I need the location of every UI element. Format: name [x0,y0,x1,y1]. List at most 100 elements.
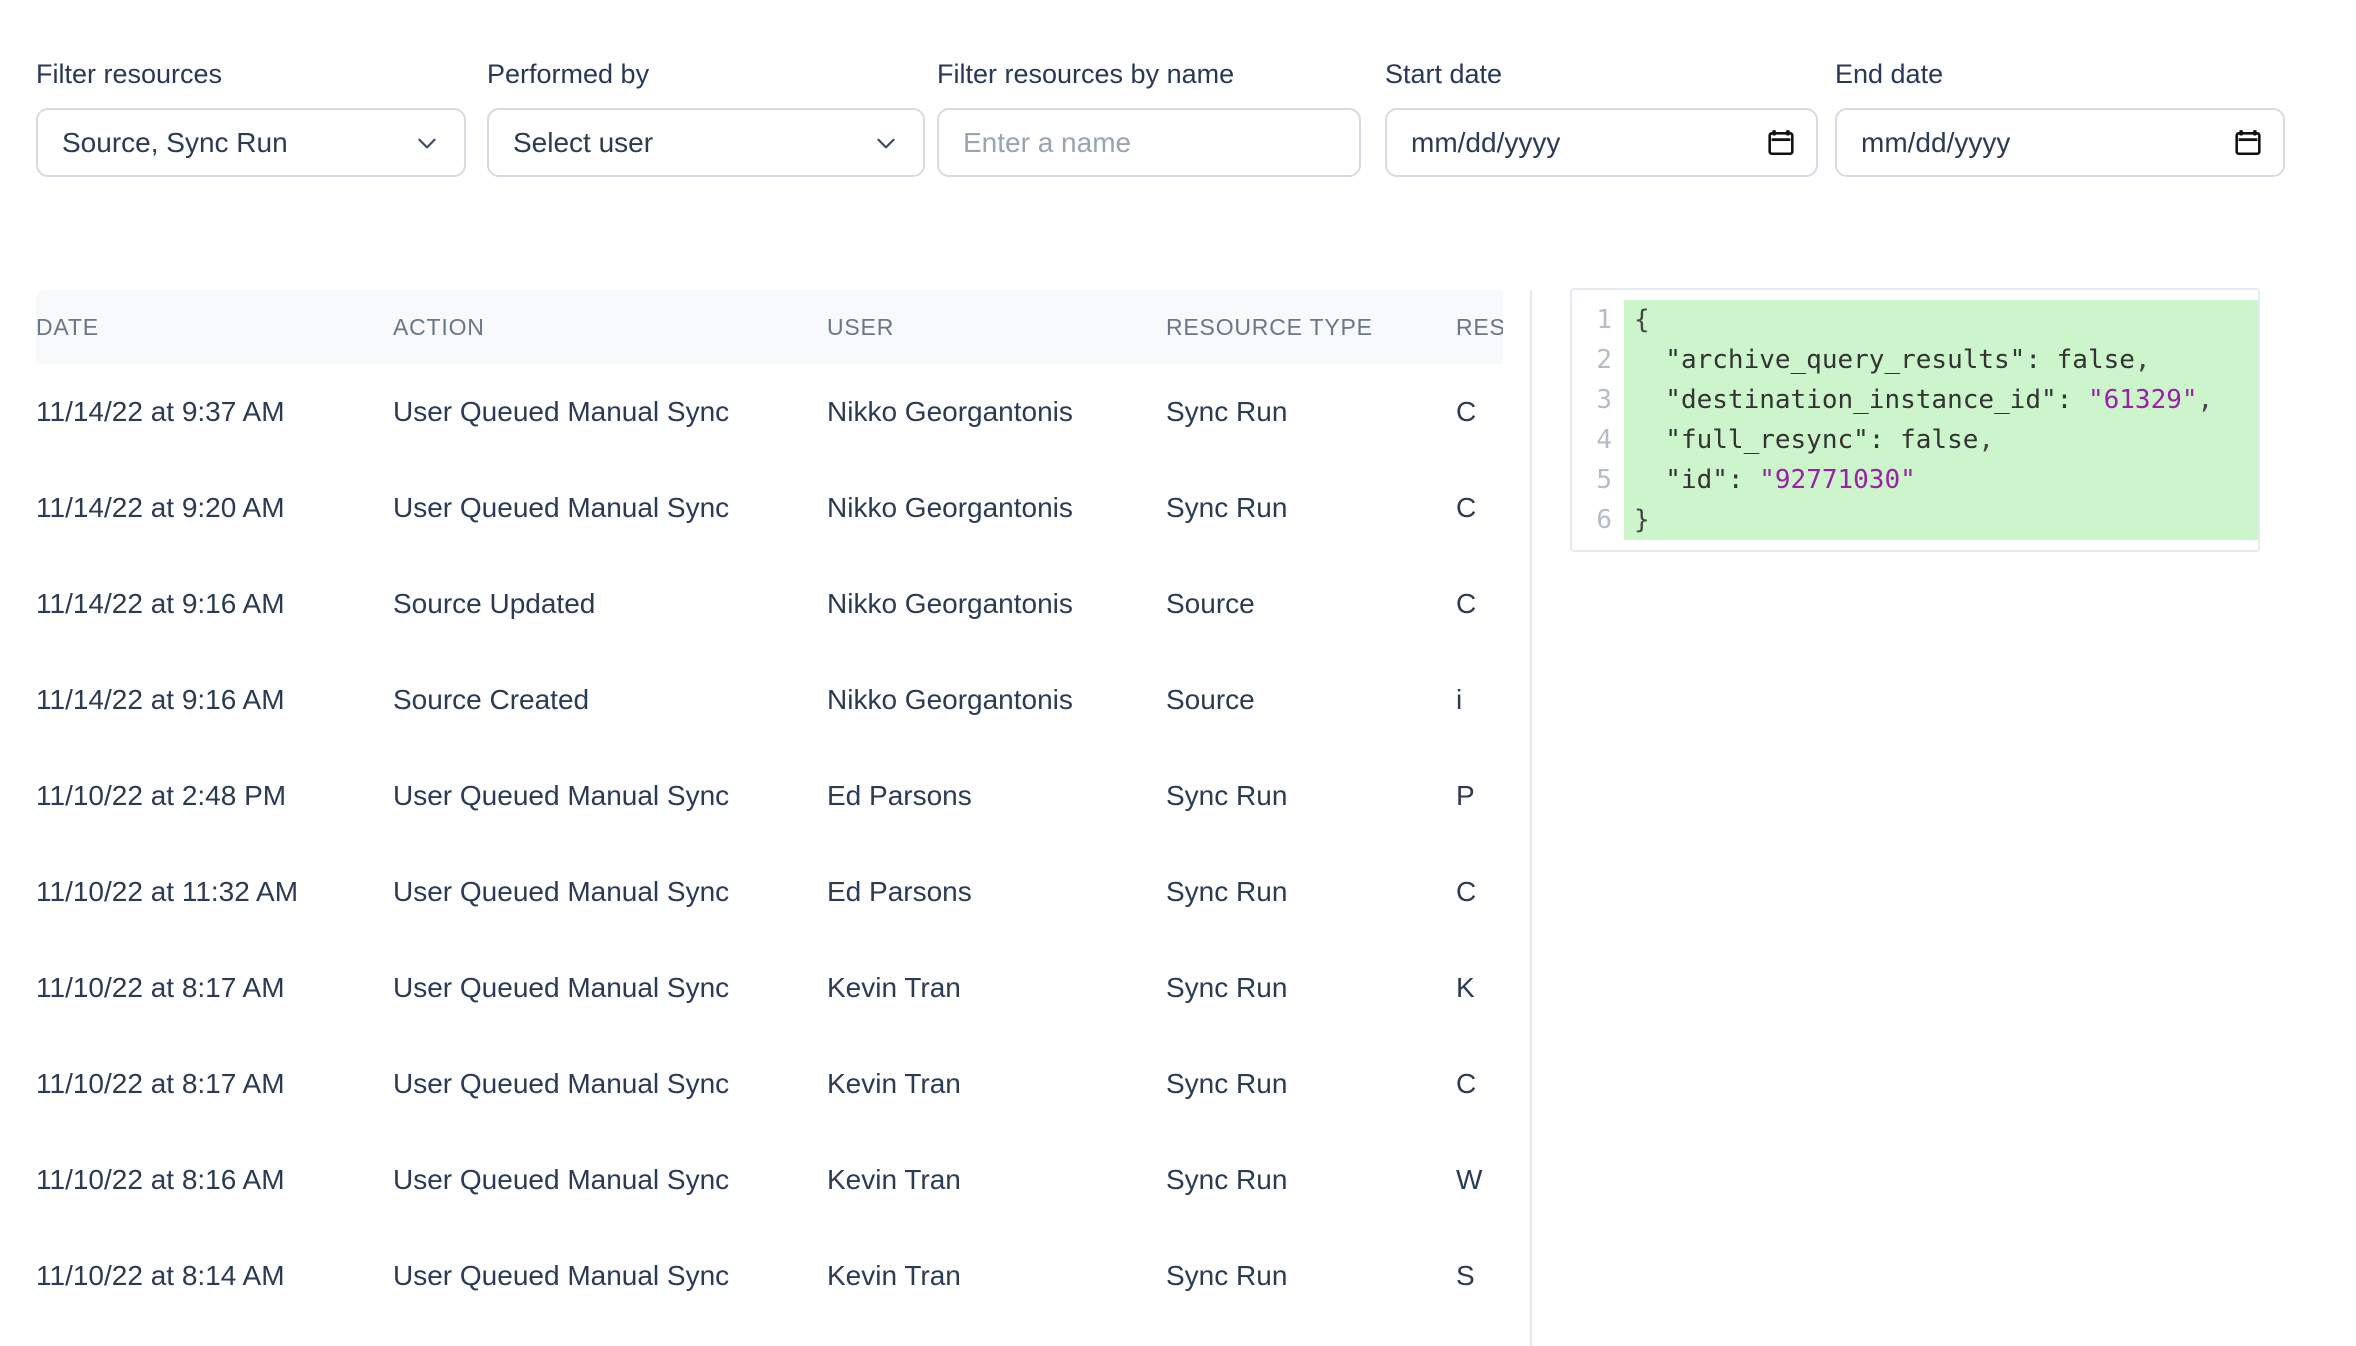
cell-date: 11/14/22 at 9:16 AM [36,588,285,619]
json-line-number: 1 [1596,305,1612,335]
filter-performed-by-field: Performed by Select user [487,58,925,177]
cell-resource-type: Sync Run [1166,1068,1288,1099]
cell-user: Nikko Georgantonis [827,492,1073,523]
json-detail-panel: 1 2 3 4 5 6 { "archive_query_results": false,… [1570,288,2260,552]
cell-user: Nikko Georgantonis [827,684,1073,715]
cell-action: User Queued Manual Sync [393,972,730,1003]
filter-end-date-input-wrapper[interactable]: mm/dd/yyyy [1835,108,2285,177]
cell-resource-type: Sync Run [1166,492,1288,523]
table-row[interactable]: 11/14/22 at 9:20 AM User Queued Manual Sy… [36,460,1503,556]
table-row[interactable]: 11/10/22 at 11:32 AM User Queued Manual S… [36,844,1503,940]
cell-action: Source Created [393,684,590,715]
cell-resource-type: Source [1166,588,1255,619]
cell-user: Kevin Tran [827,972,961,1003]
cell-user: Nikko Georgantonis [827,396,1073,427]
table-row[interactable]: 11/10/22 at 8:17 AM User Queued Manual Sy… [36,940,1503,1036]
json-line-numbers: 1 2 3 4 5 6 [1572,300,1624,540]
cell-resource-name: C [1456,876,1477,907]
table-header: DATE ACTION USER RESOURCE TYPE RESOURCE … [36,290,1503,364]
calendar-icon[interactable] [1768,129,1794,157]
json-line-number: 2 [1596,345,1612,375]
cell-resource-name: i [1456,684,1463,715]
filter-resources-value: Source, Sync Run [62,126,288,158]
cell-resource-type: Sync Run [1166,396,1288,427]
cell-resource-name: W [1456,1164,1483,1195]
cell-date: 11/14/22 at 9:16 AM [36,684,285,715]
filter-performed-by-value: Select user [513,126,654,158]
filter-resources-label: Filter resources [36,59,223,89]
cell-resource-type: Sync Run [1166,780,1288,811]
cell-date: 11/10/22 at 8:17 AM [36,1068,285,1099]
cell-action: User Queued Manual Sync [393,1068,730,1099]
cell-user: Ed Parsons [827,780,972,811]
cell-resource-name: C [1456,492,1477,523]
filter-resource-name-input-wrapper[interactable]: Enter a name [937,108,1361,177]
column-header-date[interactable]: DATE [36,290,393,364]
cell-resource-type: Sync Run [1166,1164,1288,1195]
filter-start-date-input-wrapper[interactable]: mm/dd/yyyy [1385,108,1818,177]
cell-resource-type: Source [1166,684,1255,715]
json-line-number: 4 [1596,425,1612,455]
cell-action: User Queued Manual Sync [393,396,730,427]
cell-date: 11/14/22 at 9:37 AM [36,396,285,427]
filter-start-date-label: Start date [1385,59,1503,89]
table-row[interactable]: 11/10/22 at 2:48 PM User Queued Manual Sy… [36,748,1503,844]
audit-log-table: DATE ACTION USER RESOURCE TYPE RESOURCE … [36,290,1503,1324]
cell-resource-name: C [1456,1068,1477,1099]
cell-resource-name: S [1456,1260,1475,1291]
filter-resource-name-placeholder: Enter a name [963,126,1132,158]
cell-resource-type: Sync Run [1166,1260,1288,1291]
cell-action: Source Updated [393,588,596,619]
column-header-resource-name[interactable]: RESOURCE NAME [1456,290,1503,364]
table-row[interactable]: 11/14/22 at 9:37 AM User Queued Manual Sy… [36,364,1503,460]
pane-divider [1530,290,1532,1346]
cell-action: User Queued Manual Sync [393,1260,730,1291]
json-code-content[interactable]: { "archive_query_results": false, "desti… [1624,300,2258,540]
cell-action: User Queued Manual Sync [393,492,730,523]
table-row[interactable]: 11/10/22 at 8:16 AM User Queued Manual Sy… [36,1132,1503,1228]
cell-user: Kevin Tran [827,1260,961,1291]
table-row[interactable]: 11/14/22 at 9:16 AM Source Created Nikko G… [36,652,1503,748]
filter-resource-name-field: Filter resources by name Enter a name [937,58,1361,177]
table-row[interactable]: 11/10/22 at 8:17 AM User Queued Manual Sy… [36,1036,1503,1132]
column-header-action[interactable]: ACTION [393,290,827,364]
chevron-down-icon [877,138,895,148]
json-code-line: "destination_instance_id": "61329", [1634,385,2214,415]
cell-user: Ed Parsons [827,876,972,907]
column-header-user[interactable]: USER [827,290,1166,364]
filter-resource-name-label: Filter resources by name [937,59,1235,89]
cell-action: User Queued Manual Sync [393,780,730,811]
json-code-line: "full_resync": false, [1634,425,1995,455]
filter-end-date-field: End date mm/dd/yyyy [1835,58,2285,177]
filter-performed-by-label: Performed by [487,59,650,89]
column-header-resource-type[interactable]: RESOURCE TYPE [1166,290,1456,364]
table-row[interactable]: 11/10/22 at 8:14 AM User Queued Manual Sy… [36,1228,1503,1324]
json-code-line: "archive_query_results": false, [1634,345,2151,375]
audit-log-page: Filter resources Source, Sync Run Perfor… [0,0,2356,1346]
table-body: 11/14/22 at 9:37 AM User Queued Manual Sy… [36,364,1503,1324]
audit-log-table-pane: DATE ACTION USER RESOURCE TYPE RESOURCE … [36,290,1503,1346]
cell-resource-name: P [1456,780,1475,811]
cell-action: User Queued Manual Sync [393,876,730,907]
calendar-icon[interactable] [2235,129,2261,157]
cell-date: 11/10/22 at 11:32 AM [36,876,299,907]
cell-date: 11/10/22 at 8:14 AM [36,1260,285,1291]
cell-date: 11/10/22 at 2:48 PM [36,780,287,811]
json-line-number: 5 [1596,465,1612,495]
json-code-line: { [1634,305,1650,335]
cell-date: 11/14/22 at 9:20 AM [36,492,285,523]
cell-resource-name: K [1456,972,1475,1003]
cell-action: User Queued Manual Sync [393,1164,730,1195]
filter-resources-select[interactable]: Source, Sync Run [36,108,466,177]
cell-user: Kevin Tran [827,1164,961,1195]
cell-resource-name: C [1456,588,1477,619]
cell-date: 11/10/22 at 8:16 AM [36,1164,285,1195]
cell-resource-type: Sync Run [1166,972,1288,1003]
filter-performed-by-select[interactable]: Select user [487,108,925,177]
cell-resource-name: C [1456,396,1477,427]
cell-user: Kevin Tran [827,1068,961,1099]
json-code-line: "id": "92771030" [1634,465,1916,495]
json-code-line: } [1634,505,1650,535]
table-row[interactable]: 11/14/22 at 9:16 AM Source Updated Nikko G… [36,556,1503,652]
table-header-row: DATE ACTION USER RESOURCE TYPE RESOURCE … [36,290,1503,364]
